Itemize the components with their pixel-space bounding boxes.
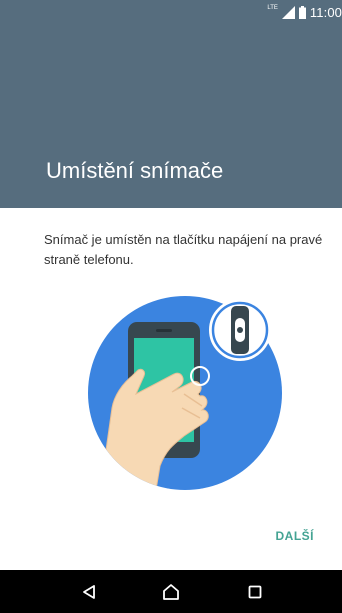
signal-icon <box>281 5 295 19</box>
back-icon <box>83 584 95 599</box>
phone-in-hand-illustration <box>88 296 282 490</box>
next-button[interactable]: DALŠÍ <box>276 527 315 545</box>
status-clock: 11:00 <box>309 4 342 20</box>
fingerprint-sensor-zoom-icon <box>209 299 271 361</box>
battery-icon <box>298 5 306 19</box>
back-button[interactable] <box>59 570 119 613</box>
recents-button[interactable] <box>225 570 285 613</box>
home-icon <box>163 583 179 600</box>
navigation-bar <box>0 570 342 613</box>
page-title: Umístění snímače <box>46 158 224 183</box>
status-bar: LTE 11:00 <box>0 0 342 24</box>
header: LTE 11:00 Umístění snímače <box>0 0 342 208</box>
home-button[interactable] <box>141 570 201 613</box>
recents-icon <box>248 585 262 598</box>
status-icons: LTE 11:00 <box>267 4 342 20</box>
sensor-location-description: Snímač je umístěn na tlačítku napájení n… <box>44 232 323 267</box>
network-type-label: LTE <box>267 5 278 11</box>
